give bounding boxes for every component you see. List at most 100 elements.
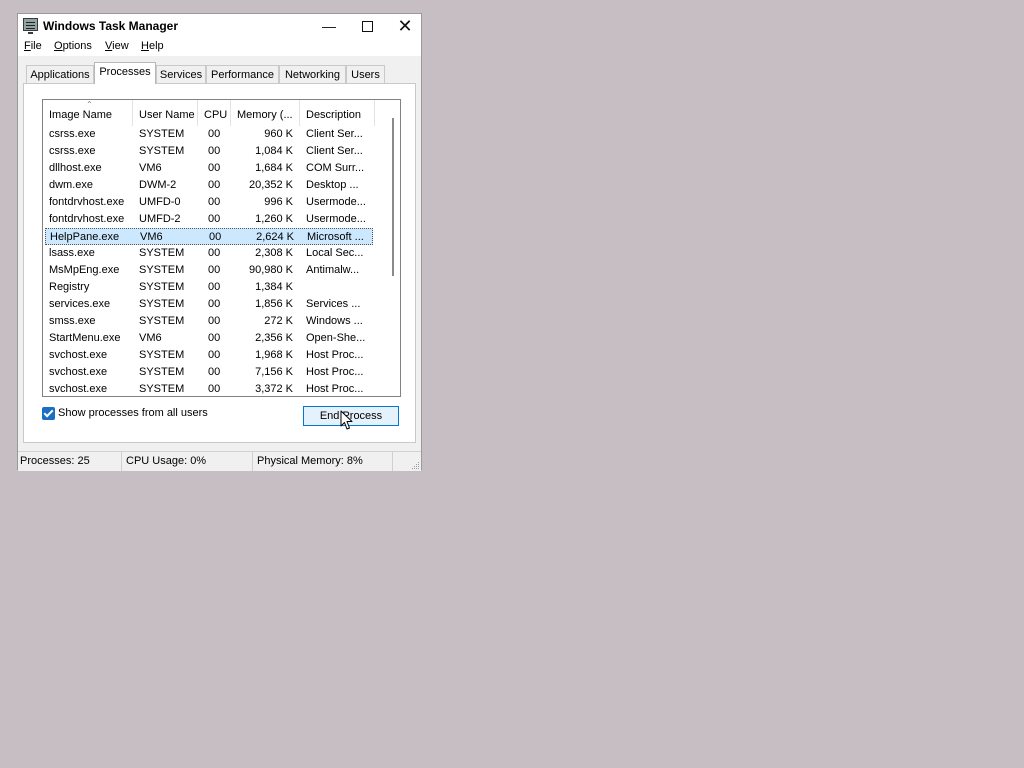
process-cpu: 00: [208, 247, 221, 259]
process-image-name: svchost.exe: [49, 383, 108, 395]
minimize-icon: —: [322, 18, 336, 34]
menu-help[interactable]: Help: [141, 40, 164, 52]
scroll-thumb[interactable]: [392, 118, 394, 276]
table-row[interactable]: MsMpEng.exe SYSTEM 00 90,980 K Antimalw...: [43, 262, 375, 279]
process-user-name: UMFD-2: [139, 213, 181, 225]
show-all-users-checkbox[interactable]: [42, 407, 55, 420]
process-description: Client Ser...: [306, 145, 363, 157]
process-image-name: csrss.exe: [49, 128, 96, 140]
process-description: Local Sec...: [306, 247, 364, 259]
process-cpu: 00: [208, 383, 221, 395]
menu-bar: File Options View Help: [18, 38, 421, 56]
table-row[interactable]: services.exe SYSTEM 00 1,856 K Services ...: [43, 296, 375, 313]
process-user-name: VM6: [139, 332, 162, 344]
menu-file[interactable]: File: [24, 40, 42, 52]
process-description: Services ...: [306, 298, 361, 310]
process-user-name: SYSTEM: [139, 298, 185, 310]
table-row[interactable]: svchost.exe SYSTEM 00 3,372 K Host Proc...: [43, 381, 375, 396]
table-row[interactable]: svchost.exe SYSTEM 00 1,968 K Host Proc...: [43, 347, 375, 364]
process-memory: 2,308 K: [255, 247, 293, 259]
table-row[interactable]: fontdrvhost.exe UMFD-0 00 996 K Usermode...: [43, 194, 375, 211]
menu-view-rest: iew: [112, 40, 129, 52]
process-memory: 90,980 K: [248, 264, 293, 276]
process-user-name: VM6: [139, 162, 162, 174]
column-description[interactable]: Description: [300, 100, 375, 126]
menu-help-accel: H: [141, 40, 149, 52]
process-cpu: 00: [208, 349, 221, 361]
process-image-name: fontdrvhost.exe: [49, 213, 125, 225]
process-image-name: services.exe: [49, 298, 111, 310]
tab-processes[interactable]: Processes: [94, 62, 156, 84]
process-memory: 7,156 K: [255, 366, 293, 378]
process-description: Open-She...: [306, 332, 366, 344]
table-row[interactable]: svchost.exe SYSTEM 00 7,156 K Host Proc...: [43, 364, 375, 381]
vertical-scrollbar[interactable]: [386, 100, 400, 396]
table-row[interactable]: csrss.exe SYSTEM 00 960 K Client Ser...: [43, 126, 375, 143]
tab-networking[interactable]: Networking: [279, 65, 346, 83]
maximize-button[interactable]: [348, 14, 386, 38]
process-memory: 960 K: [264, 128, 293, 140]
table-row[interactable]: StartMenu.exe VM6 00 2,356 K Open-She...: [43, 330, 375, 347]
menu-options-rest: ptions: [62, 40, 92, 52]
status-physical-memory: Physical Memory: 8%: [253, 452, 393, 471]
table-row[interactable]: smss.exe SYSTEM 00 272 K Windows ...: [43, 313, 375, 330]
table-row[interactable]: fontdrvhost.exe UMFD-2 00 1,260 K Usermode..…: [43, 211, 375, 228]
process-description: Host Proc...: [306, 349, 364, 361]
table-row[interactable]: dwm.exe DWM-2 00 20,352 K Desktop ...: [43, 177, 375, 194]
process-cpu: 00: [208, 298, 221, 310]
column-memory[interactable]: Memory (...: [231, 100, 300, 126]
process-cpu: 00: [208, 264, 221, 276]
process-cpu: 00: [208, 366, 221, 378]
process-cpu: 00: [208, 162, 221, 174]
table-row[interactable]: Registry SYSTEM 00 1,384 K: [43, 279, 375, 296]
column-cpu[interactable]: CPU: [198, 100, 231, 126]
process-image-name: MsMpEng.exe: [49, 264, 120, 276]
table-row[interactable]: dllhost.exe VM6 00 1,684 K COM Surr...: [43, 160, 375, 177]
tab-services[interactable]: Services: [156, 65, 206, 83]
column-image-name-label: Image Name: [49, 109, 112, 121]
tab-applications[interactable]: Applications: [26, 65, 94, 83]
process-description: Client Ser...: [306, 128, 363, 140]
process-cpu: 00: [208, 315, 221, 327]
process-cpu: 00: [208, 196, 221, 208]
process-user-name: SYSTEM: [139, 349, 185, 361]
process-list[interactable]: ⌃ Image Name User Name CPU Memory (... D…: [42, 99, 401, 397]
process-memory: 1,968 K: [255, 349, 293, 361]
process-image-name: svchost.exe: [49, 366, 108, 378]
task-manager-window: Windows Task Manager — ✕ File Options Vi…: [17, 13, 422, 471]
process-cpu: 00: [208, 213, 221, 225]
tab-strip: Applications Processes Services Performa…: [18, 62, 421, 84]
table-row[interactable]: csrss.exe SYSTEM 00 1,084 K Client Ser...: [43, 143, 375, 160]
process-memory: 2,356 K: [255, 332, 293, 344]
minimize-button[interactable]: —: [310, 14, 348, 38]
process-memory: 1,384 K: [255, 281, 293, 293]
process-memory: 996 K: [264, 196, 293, 208]
process-image-name: svchost.exe: [49, 349, 108, 361]
process-cpu: 00: [208, 332, 221, 344]
process-description: Windows ...: [306, 315, 363, 327]
tab-users[interactable]: Users: [346, 65, 385, 83]
process-cpu: 00: [208, 281, 221, 293]
menu-view[interactable]: View: [105, 40, 129, 52]
menu-options[interactable]: Options: [54, 40, 92, 52]
process-image-name: dllhost.exe: [49, 162, 102, 174]
process-memory: 1,856 K: [255, 298, 293, 310]
close-icon: ✕: [397, 16, 413, 36]
process-description: Usermode...: [306, 196, 366, 208]
column-image-name[interactable]: ⌃ Image Name: [43, 100, 133, 126]
title-bar[interactable]: Windows Task Manager — ✕: [18, 14, 421, 38]
process-image-name: fontdrvhost.exe: [49, 196, 125, 208]
table-row[interactable]: HelpPane.exe VM6 00 2,624 K Microsoft ...: [45, 228, 373, 245]
table-row[interactable]: lsass.exe SYSTEM 00 2,308 K Local Sec...: [43, 245, 375, 262]
status-cpu-usage: CPU Usage: 0%: [122, 452, 253, 471]
resize-grip-icon[interactable]: [410, 460, 420, 470]
process-cpu: 00: [208, 145, 221, 157]
process-description: Host Proc...: [306, 366, 364, 378]
close-button[interactable]: ✕: [386, 14, 424, 38]
process-image-name: HelpPane.exe: [50, 231, 120, 243]
status-bar: Processes: 25 CPU Usage: 0% Physical Mem…: [18, 451, 421, 471]
tab-performance[interactable]: Performance: [206, 65, 279, 83]
column-user-name[interactable]: User Name: [133, 100, 198, 126]
mouse-pointer-icon: [340, 410, 353, 430]
process-image-name: Registry: [49, 281, 90, 293]
